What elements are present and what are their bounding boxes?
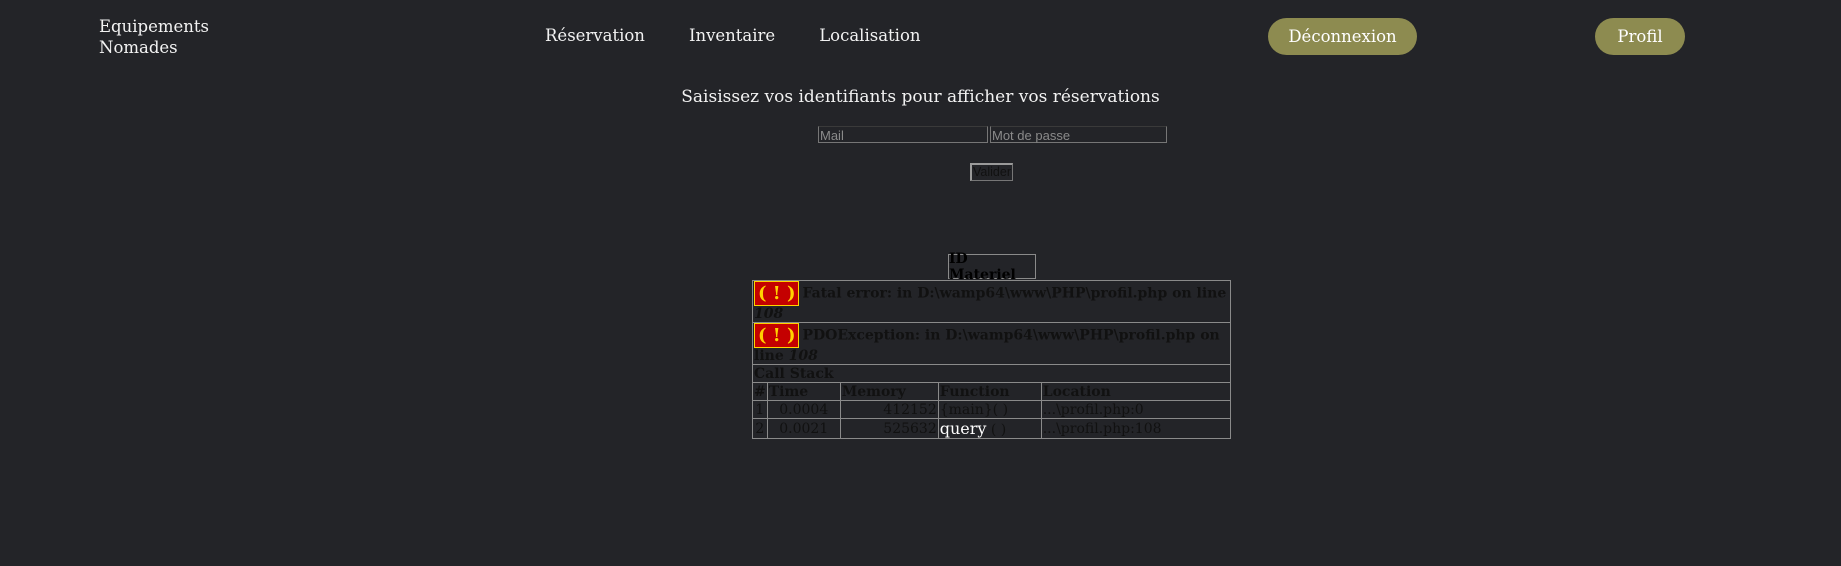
- cell-memory: 525632: [839, 418, 939, 439]
- col-function: Function: [937, 382, 1042, 401]
- nav-item-localisation[interactable]: Localisation: [819, 26, 920, 45]
- table-row: 1 0.0004 412152 {main}( ) ...\profil.php…: [752, 400, 1232, 419]
- col-number: #: [752, 382, 768, 401]
- exception-line: 108: [788, 348, 818, 364]
- cell-time: 0.0021: [766, 418, 841, 439]
- cell-number: 1: [752, 400, 768, 419]
- brand-logo: Equipements Nomades: [99, 16, 209, 58]
- brand-line-2: Nomades: [99, 38, 178, 57]
- table-row: 2 0.0021 525632 query ( ) ...\profil.php…: [752, 418, 1232, 439]
- exception-text: PDOException: in D:\wamp64\www\PHP\profi…: [754, 327, 1220, 365]
- cell-function: {main}( ): [937, 400, 1042, 419]
- col-memory: Memory: [839, 382, 939, 401]
- validate-button[interactable]: Valider: [970, 163, 1013, 181]
- brand-line-1: Equipements: [99, 17, 209, 36]
- col-location: Location: [1040, 382, 1232, 401]
- fatal-error-line: 108: [754, 306, 784, 322]
- cell-location: ...\profil.php:108: [1040, 418, 1232, 439]
- main-nav: Réservation Inventaire Localisation: [545, 26, 921, 45]
- logout-button[interactable]: Déconnexion: [1268, 18, 1417, 55]
- warning-icon: ( ! ): [754, 323, 800, 348]
- call-stack-label: Call Stack: [752, 364, 1231, 383]
- exception-row: ( ! ) PDOException: in D:\wamp64\www\PHP\…: [752, 322, 1231, 365]
- col-time: Time: [766, 382, 841, 401]
- warning-icon: ( ! ): [754, 281, 800, 306]
- function-name: query: [939, 419, 987, 438]
- cell-time: 0.0004: [766, 400, 841, 419]
- mail-input[interactable]: Mail: [818, 126, 988, 143]
- cell-memory: 412152: [839, 400, 939, 419]
- cell-function: query ( ): [937, 418, 1042, 439]
- call-stack-header-row: # Time Memory Function Location: [752, 382, 1232, 401]
- nav-item-reservation[interactable]: Réservation: [545, 26, 645, 45]
- php-error-table: ( ! ) Fatal error: in D:\wamp64\www\PHP\p…: [752, 280, 1232, 439]
- fatal-error-text: Fatal error: in D:\wamp64\www\PHP\profil…: [802, 285, 1227, 302]
- fatal-error-row: ( ! ) Fatal error: in D:\wamp64\www\PHP\p…: [752, 280, 1231, 323]
- function-args: ( ): [986, 422, 1007, 438]
- password-input[interactable]: Mot de passe: [990, 126, 1167, 143]
- nav-item-inventaire[interactable]: Inventaire: [689, 26, 775, 45]
- profile-button[interactable]: Profil: [1595, 18, 1685, 55]
- cell-location: ...\profil.php:0: [1040, 400, 1232, 419]
- id-materiel-header: ID Materiel: [948, 251, 1036, 283]
- login-prompt: Saisissez vos identifiants pour afficher…: [681, 87, 1160, 107]
- cell-number: 2: [752, 418, 768, 439]
